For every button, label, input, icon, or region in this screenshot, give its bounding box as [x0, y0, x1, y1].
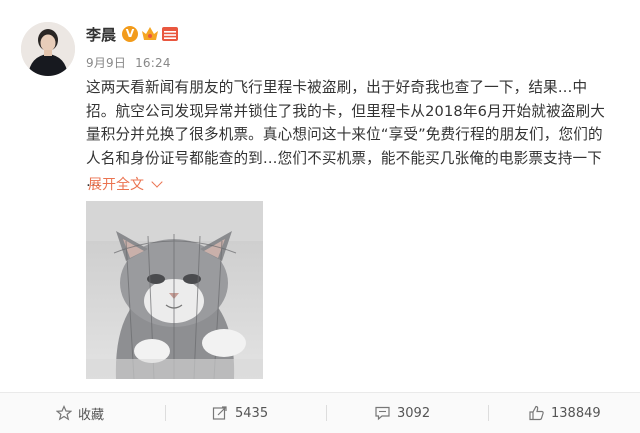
avatar[interactable]	[21, 22, 75, 76]
level-badge-icon	[162, 27, 178, 41]
post-action-bar: 收藏 5435 3092 138849	[0, 392, 640, 433]
weibo-post-card: 李晨 V 9月9日 16:24 这两天看新闻有朋友的飞行里程卡被盗刷，出于好奇我…	[0, 0, 640, 433]
repost-icon	[212, 406, 227, 420]
post-date[interactable]: 9月9日	[86, 56, 126, 70]
expand-label: 展开全文	[88, 177, 144, 193]
cat-photo	[86, 201, 263, 379]
like-button[interactable]: 138849	[528, 393, 601, 433]
divider	[326, 405, 327, 421]
comment-count: 3092	[397, 405, 431, 421]
post-text: 这两天看新闻有朋友的飞行里程卡被盗刷，出于好奇我也查了一下，结果…中招。航空公司…	[86, 79, 605, 190]
favorite-label: 收藏	[78, 407, 105, 423]
verified-v-icon: V	[122, 26, 138, 42]
star-icon	[56, 405, 72, 421]
divider	[165, 405, 166, 421]
favorite-button[interactable]: 收藏	[56, 393, 104, 433]
post-time: 16:24	[135, 56, 171, 70]
author-name[interactable]: 李晨	[86, 24, 116, 45]
expand-full-text-link[interactable]: 展开全文	[88, 174, 163, 194]
comment-icon	[375, 406, 390, 421]
repost-count: 5435	[235, 405, 269, 421]
like-count: 138849	[551, 405, 601, 421]
post-image[interactable]	[86, 201, 263, 379]
post-meta: 9月9日 16:24	[86, 54, 171, 71]
vip-crown-icon	[141, 25, 159, 42]
repost-button[interactable]: 5435	[212, 393, 268, 433]
thumbs-up-icon	[529, 405, 544, 421]
chevron-down-icon	[151, 176, 163, 188]
comment-button[interactable]: 3092	[374, 393, 430, 433]
divider	[488, 405, 489, 421]
